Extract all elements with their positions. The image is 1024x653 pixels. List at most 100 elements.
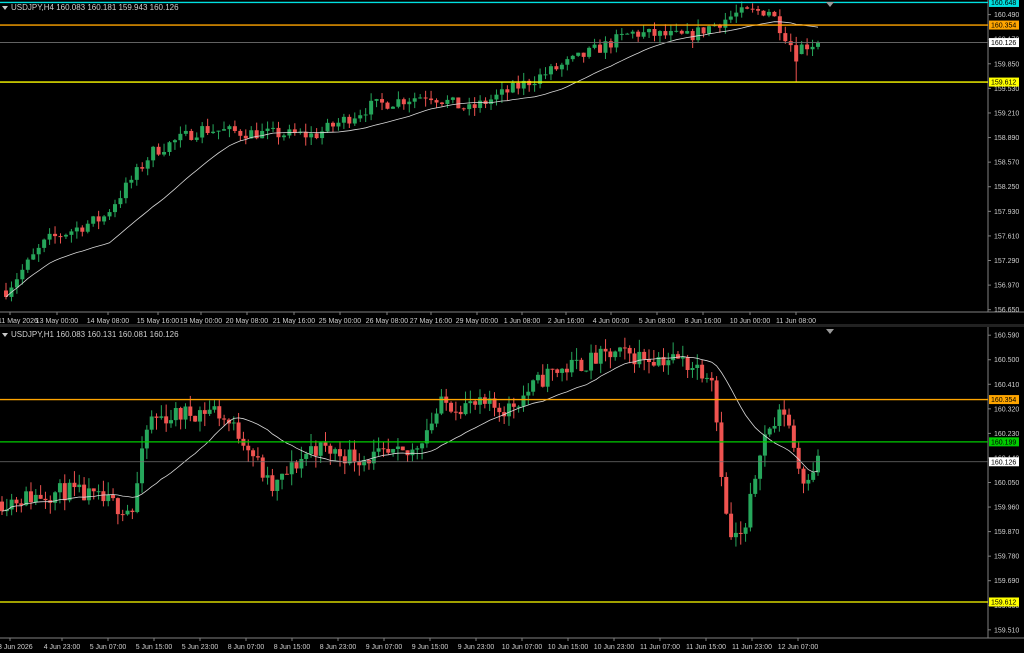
- bear-candle: [782, 409, 787, 415]
- bull-candle: [309, 446, 314, 454]
- bear-candle: [663, 31, 668, 36]
- h1-chart-pane[interactable]: USDJPY,H1 160.083 160.131 160.081 160.12…: [0, 327, 1024, 653]
- bull-candle: [197, 410, 202, 422]
- bear-candle: [130, 510, 135, 513]
- bull-candle: [280, 473, 285, 480]
- bear-candle: [709, 377, 714, 381]
- price-scale-label: 160.590: [994, 333, 1019, 340]
- bull-candle: [102, 216, 107, 222]
- bull-candle: [194, 137, 199, 140]
- bear-candle: [738, 532, 743, 534]
- bear-candle: [14, 499, 19, 504]
- chart-shift-marker-icon[interactable]: [826, 329, 834, 334]
- collapse-triangle-icon[interactable]: [2, 332, 8, 337]
- time-scale-label: 10 Jun 07:00: [502, 644, 543, 651]
- price-scale-label: 159.870: [994, 529, 1019, 536]
- chart-shift-marker-icon[interactable]: [826, 2, 834, 7]
- bear-candle: [801, 468, 806, 484]
- time-scale-label: 5 Jun 07:00: [90, 644, 127, 651]
- bear-candle: [540, 374, 545, 387]
- bull-candle: [407, 101, 412, 105]
- bull-candle: [531, 380, 536, 392]
- price-scale-label: 156.650: [994, 307, 1019, 314]
- bull-candle: [67, 482, 72, 501]
- bear-candle: [772, 11, 777, 17]
- bull-candle: [347, 449, 352, 464]
- bull-candle: [690, 368, 695, 370]
- bull-candle: [685, 31, 690, 34]
- bull-candle: [309, 133, 314, 138]
- h1-chart-canvas[interactable]: 160.590160.500160.410160.320160.230160.1…: [0, 327, 1024, 653]
- bull-candle: [668, 30, 673, 36]
- bull-candle: [162, 151, 167, 155]
- bull-candle: [478, 397, 483, 405]
- bull-candle: [390, 106, 395, 109]
- bull-candle: [172, 140, 177, 143]
- bear-candle: [679, 30, 684, 34]
- bull-candle: [183, 130, 188, 134]
- price-scale-label: 159.850: [994, 61, 1019, 68]
- bear-candle: [193, 415, 198, 422]
- bear-candle: [719, 422, 724, 477]
- bear-candle: [603, 348, 608, 352]
- bear-candle: [439, 102, 444, 104]
- time-scale-label: 4 Jun 23:00: [44, 644, 81, 651]
- collapse-triangle-icon[interactable]: [2, 5, 8, 10]
- bull-candle: [135, 483, 140, 513]
- bull-candle: [25, 259, 30, 270]
- bull-candle: [545, 368, 550, 387]
- bull-candle: [183, 406, 188, 420]
- time-scale-label: 9 Jun 15:00: [412, 644, 449, 651]
- price-scale-label: 159.510: [994, 627, 1019, 634]
- bull-candle: [777, 409, 782, 426]
- bear-candle: [313, 446, 318, 456]
- bull-candle: [666, 360, 671, 366]
- bear-candle: [58, 236, 63, 238]
- bull-candle: [704, 377, 709, 379]
- bull-candle: [260, 130, 265, 139]
- bear-candle: [323, 442, 328, 446]
- bull-candle: [123, 182, 128, 199]
- price-scale-label: 157.930: [994, 209, 1019, 216]
- bear-candle: [473, 401, 478, 405]
- bull-candle: [341, 116, 346, 123]
- bear-candle: [783, 33, 788, 42]
- bull-candle: [140, 448, 145, 484]
- bull-candle: [369, 100, 374, 115]
- bear-candle: [303, 131, 308, 138]
- bull-candle: [391, 449, 396, 453]
- bull-candle: [613, 351, 618, 358]
- bull-candle: [86, 488, 91, 501]
- bull-candle: [543, 74, 548, 76]
- bull-candle: [506, 403, 511, 417]
- bull-candle: [753, 478, 758, 494]
- bull-candle: [468, 401, 473, 404]
- current-price-label: 160.126: [991, 40, 1016, 47]
- bear-candle: [189, 130, 194, 140]
- bear-candle: [593, 352, 598, 364]
- bear-candle: [652, 29, 657, 36]
- bear-candle: [461, 108, 466, 110]
- bull-candle: [85, 223, 90, 232]
- bull-candle: [587, 47, 592, 57]
- bull-candle: [618, 347, 623, 352]
- bear-candle: [627, 347, 632, 354]
- h4-chart-canvas[interactable]: 160.490160.170159.850159.530159.210158.8…: [0, 0, 1024, 324]
- bull-candle: [418, 97, 423, 99]
- bull-candle: [304, 453, 309, 459]
- bull-candle: [318, 442, 323, 456]
- bull-candle: [106, 494, 111, 502]
- bull-candle: [216, 130, 221, 132]
- bull-candle: [207, 409, 212, 414]
- bull-candle: [625, 33, 630, 35]
- bull-candle: [637, 351, 642, 365]
- bull-candle: [733, 532, 738, 538]
- h1-chart-title: USDJPY,H1 160.083 160.131 160.081 160.12…: [2, 330, 179, 339]
- price-scale-label: 157.610: [994, 233, 1019, 240]
- bull-candle: [450, 97, 455, 100]
- bear-candle: [284, 473, 289, 475]
- bull-candle: [816, 455, 820, 473]
- price-scale-label: 159.780: [994, 554, 1019, 561]
- h4-chart-pane[interactable]: USDJPY,H4 160.083 160.181 159.943 160.12…: [0, 0, 1024, 324]
- time-scale-label: 8 Jun 15:00: [274, 644, 311, 651]
